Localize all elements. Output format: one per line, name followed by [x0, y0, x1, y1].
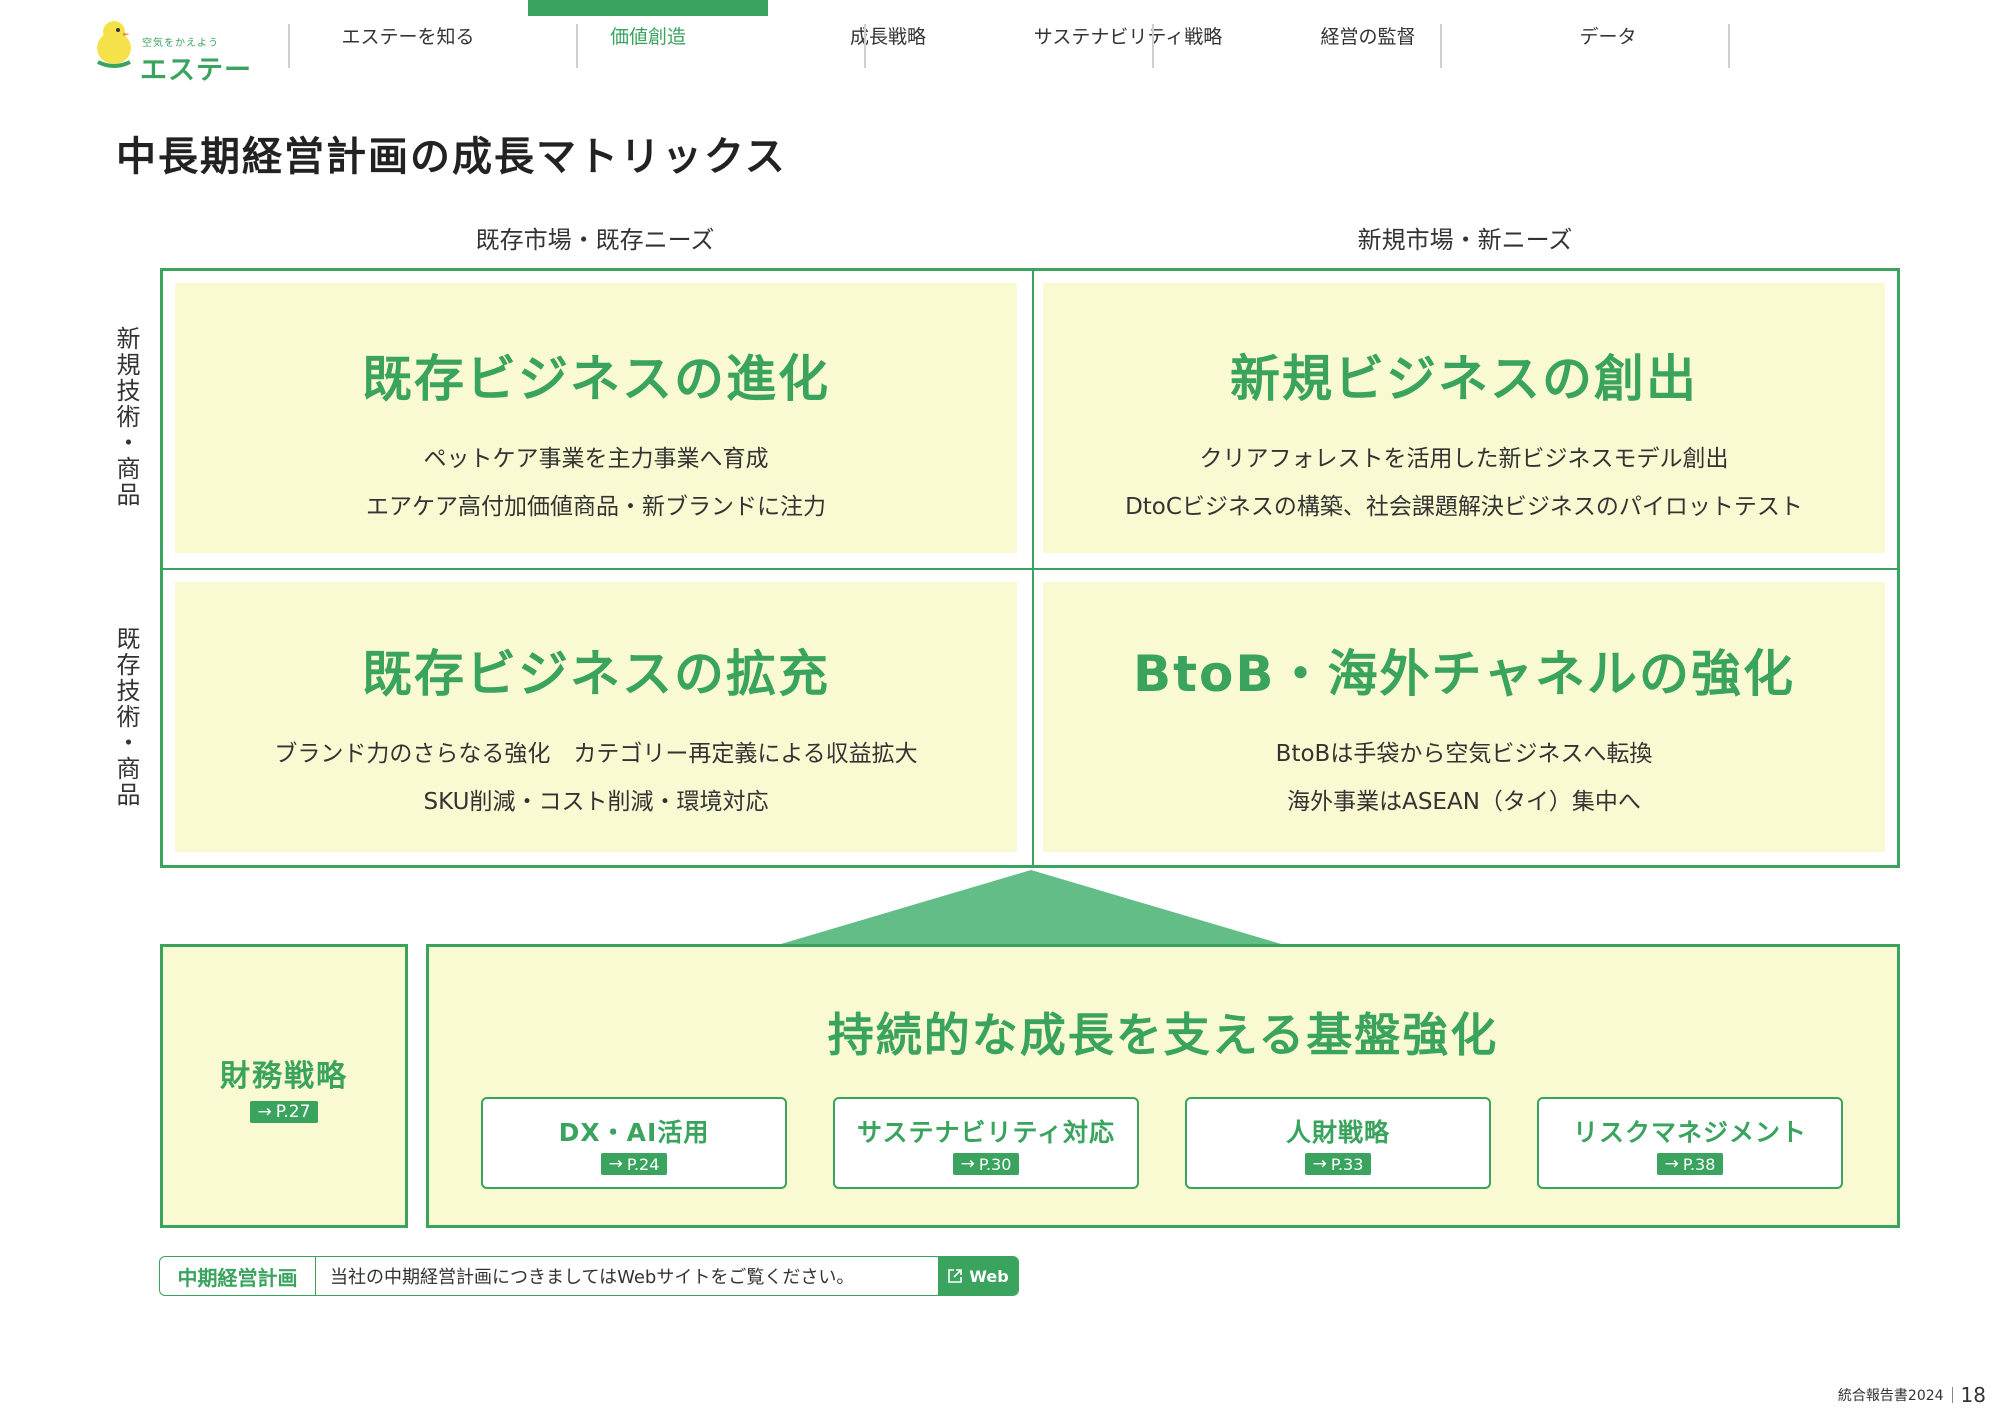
arrow-right-icon: →: [257, 1102, 272, 1122]
cell-title: 新規ビジネスの創出: [1230, 350, 1698, 408]
cell-line: ペットケア事業を主力事業へ育成: [423, 446, 769, 472]
cell-line: ブランド力のさらなる強化 カテゴリー再定義による収益拡大: [274, 741, 918, 767]
foundation-item-title: リスクマネジメント: [1572, 1118, 1807, 1147]
foundation-item-human-capital[interactable]: 人財戦略 → P.33: [1185, 1097, 1491, 1189]
matrix-cell-evolve-existing: 既存ビジネスの進化 ペットケア事業を主力事業へ育成 エアケア高付加価値商品・新ブ…: [175, 283, 1017, 553]
cell-line: DtoCビジネスの構築、社会課題解決ビジネスのパイロットテスト: [1125, 494, 1803, 520]
report-name: 統合報告書2024: [1837, 1388, 1944, 1404]
web-link-label: Web: [969, 1266, 1009, 1286]
cell-line: BtoBは手袋から空気ビジネスへ転換: [1275, 741, 1653, 767]
page-ref: P.30: [978, 1154, 1012, 1174]
footer-divider: [1951, 1387, 1953, 1403]
page-link-badge[interactable]: → P.27: [249, 1101, 319, 1123]
cell-title: BtoB・海外チャネルの強化: [1133, 645, 1795, 703]
arrow-right-icon: →: [608, 1154, 623, 1174]
page-link-badge[interactable]: → P.30: [952, 1153, 1020, 1175]
page-ref: P.38: [1682, 1154, 1716, 1174]
nav-item-about[interactable]: エステーを知る: [288, 0, 528, 70]
row-label-new-technology: 新規技術・商品: [112, 326, 140, 508]
page-link-badge[interactable]: → P.38: [1656, 1153, 1724, 1175]
external-link-icon: [948, 1269, 963, 1283]
web-link-button[interactable]: Web: [938, 1257, 1018, 1295]
nav-item-growth-strategy[interactable]: 成長戦略: [768, 0, 1008, 70]
foundation-item-risk-management[interactable]: リスクマネジメント → P.38: [1537, 1097, 1843, 1189]
cell-line: 海外事業はASEAN（タイ）集中へ: [1287, 789, 1641, 815]
page-ref: P.33: [1330, 1154, 1364, 1174]
nav-item-governance[interactable]: 経営の監督: [1248, 0, 1488, 70]
foundation-item-sustainability[interactable]: サステナビリティ対応 → P.30: [833, 1097, 1139, 1189]
finance-strategy-title: 財務戦略: [220, 1059, 348, 1094]
nav-item-sustainability[interactable]: サステナビリティ戦略: [1008, 0, 1248, 70]
growth-matrix: 既存ビジネスの進化 ペットケア事業を主力事業へ育成 エアケア高付加価値商品・新ブ…: [160, 268, 1900, 868]
matrix-divider-horizontal: [163, 568, 1897, 570]
cell-line: クリアフォレストを活用した新ビジネスモデル創出: [1199, 446, 1729, 472]
foundation-item-title: サステナビリティ対応: [856, 1118, 1115, 1147]
foundation-item-dx-ai[interactable]: DX・AI活用 → P.24: [481, 1097, 787, 1189]
cell-title: 既存ビジネスの拡充: [362, 645, 830, 703]
footer: 統合報告書2024 18: [1838, 1383, 1986, 1407]
cell-line: SKU削減・コスト削減・環境対応: [423, 789, 769, 815]
foundation-title: 持続的な成長を支える基盤強化: [827, 1008, 1499, 1062]
page-link-badge[interactable]: → P.33: [1304, 1153, 1372, 1175]
arrow-right-icon: →: [1312, 1154, 1327, 1174]
nav-divider: [864, 24, 866, 68]
finance-strategy-box[interactable]: 財務戦略 → P.27: [160, 944, 408, 1228]
support-arrow-icon: [781, 870, 1281, 944]
page-ref: P.27: [275, 1102, 311, 1122]
mid-term-plan-link-bar: 中期経営計画 当社の中期経営計画につきましてはWebサイトをご覧ください。 We…: [159, 1256, 1019, 1296]
logo-tagline: 空気をかえよう: [142, 38, 219, 49]
page-number: 18: [1960, 1383, 1986, 1407]
cell-title: 既存ビジネスの進化: [362, 350, 830, 408]
nav-divider: [288, 24, 290, 68]
foundation-box: 持続的な成長を支える基盤強化 DX・AI活用 → P.24 サステナビリティ対応…: [426, 944, 1900, 1228]
nav-divider: [1728, 24, 1730, 68]
cell-line: エアケア高付加価値商品・新ブランドに注力: [366, 494, 826, 520]
nav-item-value-creation[interactable]: 価値創造: [528, 0, 768, 70]
matrix-cell-btob-overseas: BtoB・海外チャネルの強化 BtoBは手袋から空気ビジネスへ転換 海外事業はA…: [1043, 582, 1885, 852]
foundation-item-title: 人財戦略: [1285, 1118, 1390, 1147]
page-link-badge[interactable]: → P.24: [600, 1153, 668, 1175]
logo[interactable]: 空気をかえよう エステー: [88, 14, 251, 86]
page-ref: P.24: [626, 1154, 660, 1174]
link-bar-label: 中期経営計画: [160, 1257, 316, 1295]
nav-item-data[interactable]: データ: [1488, 0, 1728, 70]
main-nav: エステーを知る 価値創造 成長戦略 サステナビリティ戦略 経営の監督 データ: [288, 0, 1728, 70]
arrow-right-icon: →: [1664, 1154, 1679, 1174]
column-label-new-market: 新規市場・新ニーズ: [1357, 226, 1573, 254]
column-label-existing-market: 既存市場・既存ニーズ: [475, 226, 715, 254]
matrix-cell-expand-existing: 既存ビジネスの拡充 ブランド力のさらなる強化 カテゴリー再定義による収益拡大 S…: [175, 582, 1017, 852]
link-bar-text: 当社の中期経営計画につきましてはWebサイトをご覧ください。: [330, 1267, 855, 1288]
row-label-existing-technology: 既存技術・商品: [112, 626, 140, 808]
nav-divider: [1440, 24, 1442, 68]
nav-divider: [576, 24, 578, 68]
page-title: 中長期経営計画の成長マトリックス: [116, 134, 787, 180]
chick-mascot-icon: [97, 21, 131, 68]
foundation-item-title: DX・AI活用: [558, 1118, 710, 1147]
logo-brand: エステー: [140, 55, 252, 86]
matrix-cell-create-new: 新規ビジネスの創出 クリアフォレストを活用した新ビジネスモデル創出 DtoCビジ…: [1043, 283, 1885, 553]
nav-divider: [1152, 24, 1154, 68]
arrow-right-icon: →: [960, 1154, 975, 1174]
